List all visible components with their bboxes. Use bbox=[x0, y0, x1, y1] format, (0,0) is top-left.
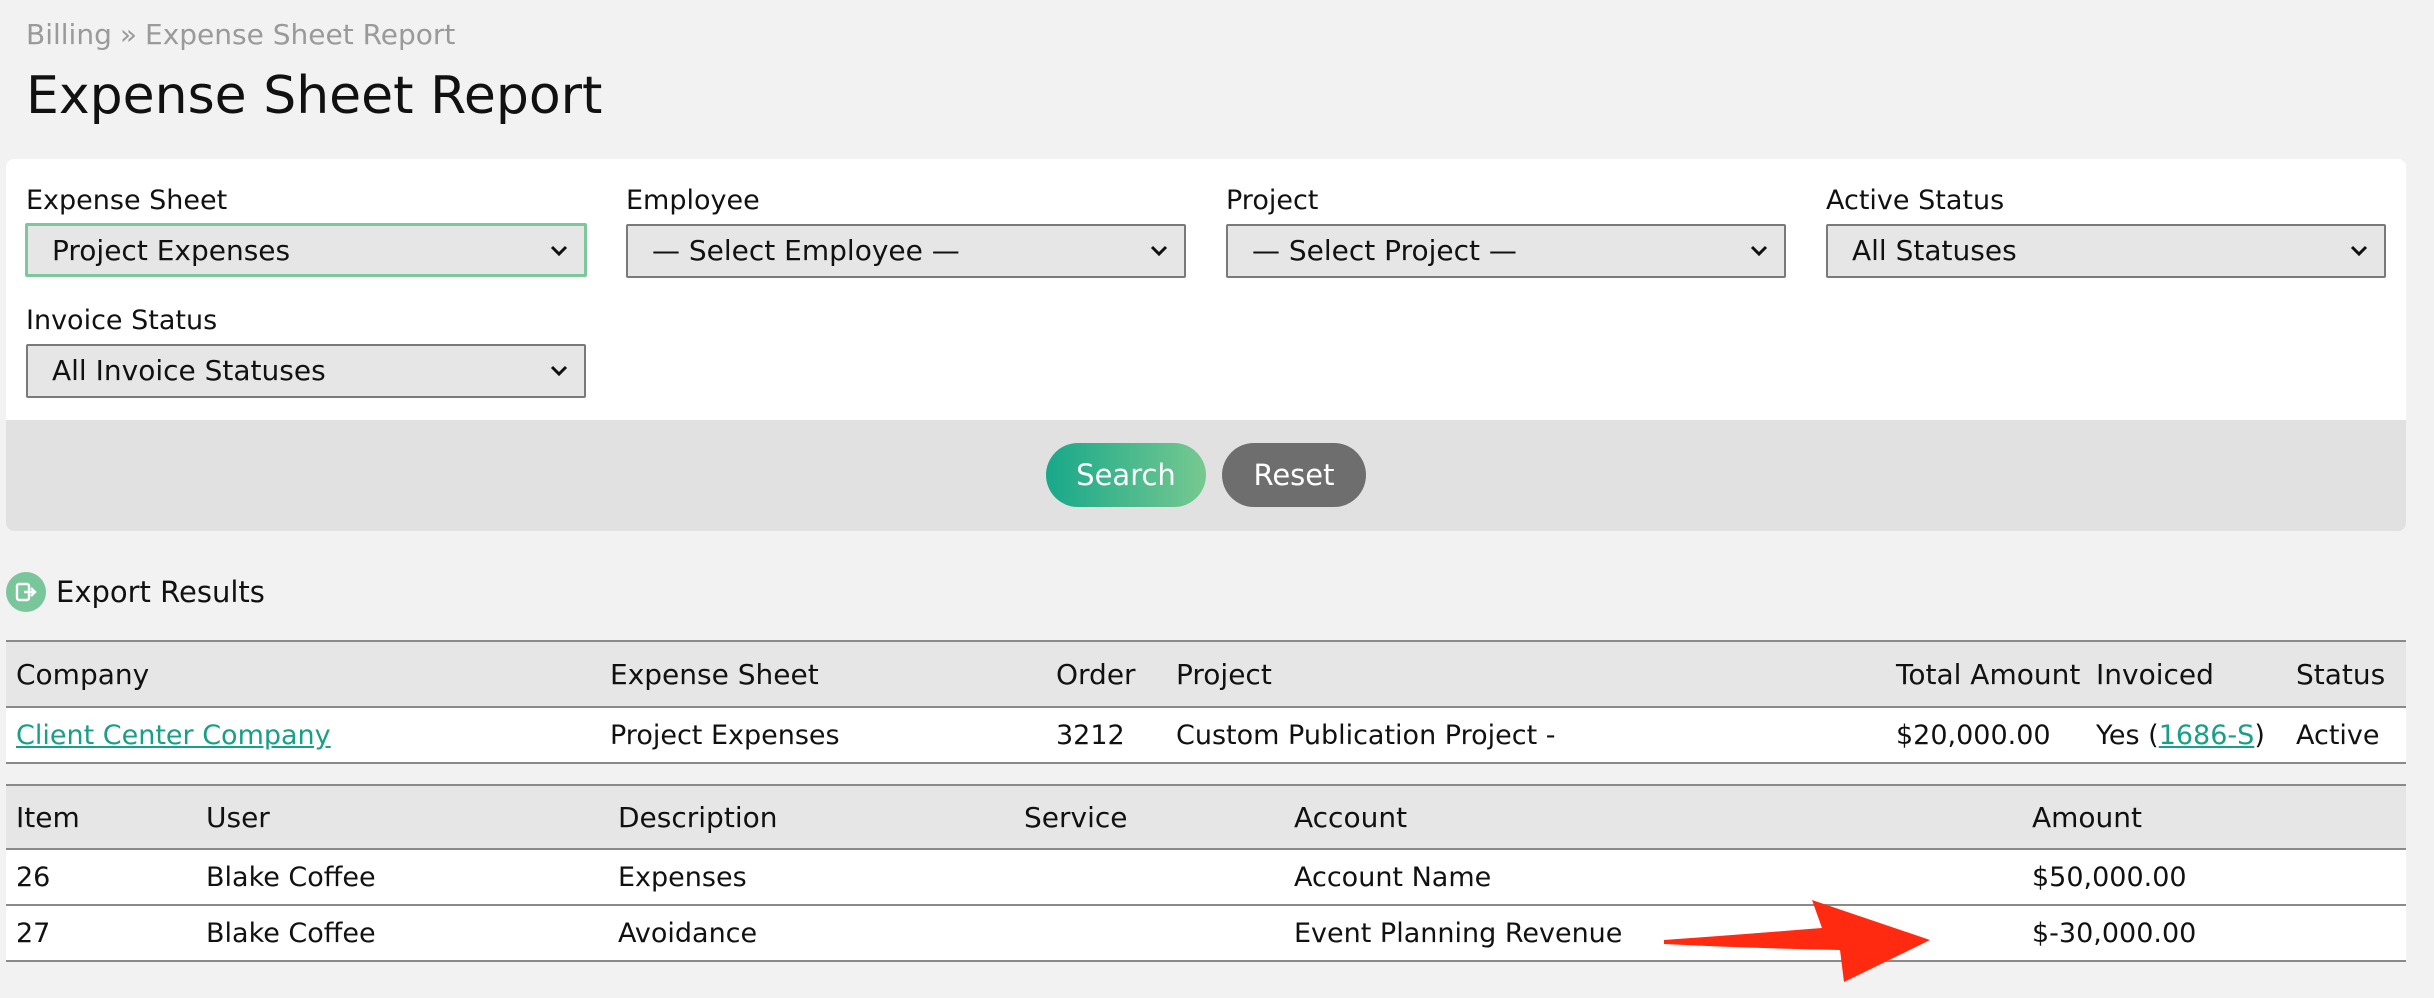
col-account: Account bbox=[1294, 801, 1408, 834]
expense-sheet-value: Project Expenses bbox=[52, 234, 291, 267]
invoiced-prefix: Yes ( bbox=[2096, 720, 2159, 751]
expense-sheet-select[interactable]: Project Expenses bbox=[25, 223, 587, 277]
breadcrumb: Billing» Expense Sheet Report bbox=[26, 18, 455, 51]
account-cell: Event Planning Revenue bbox=[1294, 918, 1623, 949]
filter-panel: Expense Sheet Project Expenses Employee … bbox=[6, 159, 2406, 531]
description-cell: Expenses bbox=[618, 862, 747, 893]
total-amount-cell: $20,000.00 bbox=[1896, 720, 2051, 751]
col-order: Order bbox=[1056, 658, 1136, 691]
breadcrumb-separator: » bbox=[119, 18, 137, 51]
order-cell: 3212 bbox=[1056, 720, 1125, 751]
expense-sheet-label: Expense Sheet bbox=[26, 185, 228, 216]
page-title: Expense Sheet Report bbox=[26, 66, 603, 126]
description-cell: Avoidance bbox=[618, 918, 758, 949]
invoice-status-label: Invoice Status bbox=[26, 305, 218, 336]
chevron-down-icon bbox=[1750, 245, 1768, 257]
active-status-value: All Statuses bbox=[1852, 234, 2017, 267]
project-label: Project bbox=[1226, 185, 1319, 216]
invoiced-suffix: ) bbox=[2254, 720, 2265, 751]
col-description: Description bbox=[618, 801, 778, 834]
invoice-link[interactable]: 1686-S bbox=[2159, 720, 2255, 751]
breadcrumb-current: Expense Sheet Report bbox=[145, 18, 456, 51]
chevron-down-icon bbox=[550, 365, 568, 377]
reset-button[interactable]: Reset bbox=[1222, 443, 1366, 507]
col-status: Status bbox=[2296, 658, 2386, 691]
annotation-arrow-icon bbox=[1664, 900, 1930, 982]
col-item: Item bbox=[16, 801, 80, 834]
chevron-down-icon bbox=[2350, 245, 2368, 257]
col-amount: Amount bbox=[2032, 801, 2143, 834]
status-cell: Active bbox=[2296, 720, 2380, 751]
summary-table: Company Expense Sheet Order Project Tota… bbox=[6, 640, 2406, 764]
account-cell: Account Name bbox=[1294, 862, 1492, 893]
export-results-label: Export Results bbox=[56, 575, 265, 609]
col-service: Service bbox=[1024, 801, 1128, 834]
invoice-status-select[interactable]: All Invoice Statuses bbox=[26, 344, 586, 398]
amount-cell: $-30,000.00 bbox=[2032, 918, 2197, 949]
project-value: — Select Project — bbox=[1252, 234, 1517, 267]
employee-select[interactable]: — Select Employee — bbox=[626, 224, 1186, 278]
item-cell: 26 bbox=[16, 862, 51, 893]
expense-sheet-cell: Project Expenses bbox=[610, 720, 840, 751]
items-table: Item User Description Service Account Am… bbox=[6, 784, 2406, 964]
table-row: Client Center Company Project Expenses 3… bbox=[6, 708, 2406, 764]
export-icon bbox=[6, 572, 46, 612]
invoiced-cell: Yes (1686-S) bbox=[2096, 720, 2265, 751]
col-expense-sheet: Expense Sheet bbox=[610, 658, 819, 691]
project-cell: Custom Publication Project - bbox=[1176, 720, 1556, 751]
employee-label: Employee bbox=[626, 185, 760, 216]
filter-button-bar bbox=[6, 420, 2406, 531]
export-results-link[interactable]: Export Results bbox=[6, 572, 265, 612]
col-total-amount: Total Amount bbox=[1896, 658, 2081, 691]
item-cell: 27 bbox=[16, 918, 51, 949]
chevron-down-icon bbox=[1150, 245, 1168, 257]
invoice-status-value: All Invoice Statuses bbox=[52, 354, 326, 387]
items-table-header: Item User Description Service Account Am… bbox=[6, 784, 2406, 850]
breadcrumb-billing[interactable]: Billing bbox=[26, 18, 112, 51]
col-company: Company bbox=[16, 658, 150, 691]
col-project: Project bbox=[1176, 658, 1272, 691]
company-link[interactable]: Client Center Company bbox=[16, 720, 331, 751]
table-row: 26 Blake Coffee Expenses Account Name $5… bbox=[6, 850, 2406, 906]
amount-cell: $50,000.00 bbox=[2032, 862, 2187, 893]
project-select[interactable]: — Select Project — bbox=[1226, 224, 1786, 278]
user-cell: Blake Coffee bbox=[206, 862, 376, 893]
col-invoiced: Invoiced bbox=[2096, 658, 2214, 691]
col-user: User bbox=[206, 801, 270, 834]
active-status-select[interactable]: All Statuses bbox=[1826, 224, 2386, 278]
employee-value: — Select Employee — bbox=[652, 234, 960, 267]
chevron-down-icon bbox=[550, 245, 568, 257]
summary-table-header: Company Expense Sheet Order Project Tota… bbox=[6, 640, 2406, 708]
search-button[interactable]: Search bbox=[1046, 443, 1206, 507]
user-cell: Blake Coffee bbox=[206, 918, 376, 949]
active-status-label: Active Status bbox=[1826, 185, 2005, 216]
table-row: 27 Blake Coffee Avoidance Event Planning… bbox=[6, 906, 2406, 962]
